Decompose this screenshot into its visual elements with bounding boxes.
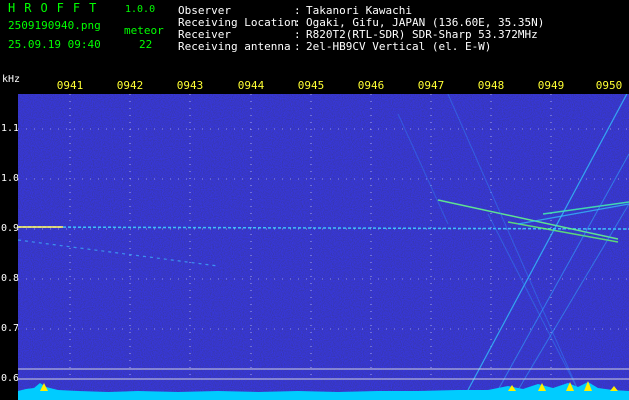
freq-tick-label: 0.7 [1, 323, 20, 334]
meteor-label: meteor [124, 24, 164, 37]
time-tick-label: 0945 [297, 79, 325, 92]
timestamp-label: 25.09.19 09:40 [8, 38, 101, 51]
antenna-label: Receiving antenna [178, 40, 291, 53]
spectrogram-noise [18, 94, 629, 400]
freq-tick-label: 0.6 [1, 373, 20, 384]
filename-label: 2509190940.png [8, 19, 101, 32]
freq-tick-label: 1.0 [1, 173, 20, 184]
time-tick-label: 0942 [116, 79, 144, 92]
time-tick-label: 0943 [176, 79, 204, 92]
meteor-count: 22 [139, 38, 153, 51]
time-tick-label: 0950 [595, 79, 623, 92]
time-tick-label: 0949 [537, 79, 565, 92]
freq-tick-label: 0.9 [1, 223, 20, 234]
time-tick-label: 0941 [56, 79, 84, 92]
time-tick-label: 0944 [237, 79, 265, 92]
freq-unit-label: kHz [2, 74, 21, 85]
freq-tick-label: 1.1 [1, 123, 20, 134]
freq-tick-label: 0.8 [1, 273, 20, 284]
spectrogram-plot [18, 94, 629, 400]
app-version: 1.0.0 [125, 4, 156, 15]
antenna-colon: : [294, 40, 301, 53]
header-panel: HROFFT 1.0.0 2509190940.png 25.09.19 09:… [0, 0, 629, 80]
antenna-value: 2el-HB9CV Vertical (el. E-W) [306, 40, 492, 53]
time-tick-label: 0948 [477, 79, 505, 92]
time-tick-label: 0946 [357, 79, 385, 92]
time-tick-label: 0947 [417, 79, 445, 92]
app-name: HROFFT [8, 1, 106, 15]
